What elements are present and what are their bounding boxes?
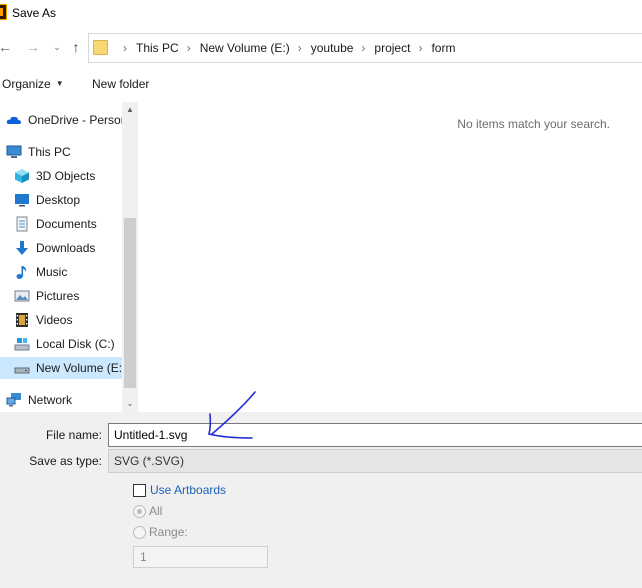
breadcrumb: › This PC › New Volume (E:) › youtube › … <box>115 34 455 62</box>
sidebar-item-pictures[interactable]: Pictures <box>0 285 122 307</box>
sidebar-item-onedrive[interactable]: OneDrive - Person <box>0 109 122 131</box>
network-icon <box>6 392 22 408</box>
sidebar-item-this-pc[interactable]: This PC <box>0 141 122 163</box>
desktop-icon <box>14 192 30 208</box>
radio-range-option[interactable]: Range: <box>133 524 188 540</box>
use-artboards-option[interactable]: Use Artboards <box>133 482 226 498</box>
empty-message: No items match your search. <box>457 117 610 131</box>
breadcrumb-project[interactable]: project <box>374 41 410 55</box>
drive-icon <box>14 360 30 376</box>
sidebar-item-label: Pictures <box>36 289 80 303</box>
sidebar-item-label: Music <box>36 265 68 279</box>
new-folder-button[interactable]: New folder <box>92 77 149 91</box>
caret-down-icon: ▼ <box>55 79 64 88</box>
sidebar-item-label: Downloads <box>36 241 96 255</box>
file-list[interactable]: No items match your search. <box>140 102 642 412</box>
sidebar-item-label: 3D Objects <box>36 169 96 183</box>
annotation-arrow-icon <box>208 391 256 439</box>
sidebar-item-label: Desktop <box>36 193 81 207</box>
sidebar-item-label: Local Disk (C:) <box>36 337 115 351</box>
film-icon <box>14 312 30 328</box>
save-as-type-label: Save as type: <box>29 454 102 468</box>
breadcrumb-form[interactable]: form <box>431 41 455 55</box>
file-name-label: File name: <box>45 428 102 442</box>
breadcrumb-new-volume[interactable]: New Volume (E:) <box>200 41 290 55</box>
sidebar-item-videos[interactable]: Videos <box>0 309 122 331</box>
address-bar[interactable]: › This PC › New Volume (E:) › youtube › … <box>88 33 642 63</box>
breadcrumb-youtube[interactable]: youtube <box>311 41 354 55</box>
use-artboards-label[interactable]: Use Artboards <box>150 483 226 497</box>
navigation-bar: ← → ⌄ ↑ › This PC › New Volume (E:) › yo… <box>0 30 642 66</box>
cube-icon <box>14 168 30 184</box>
toolbar: Organize ▼ New folder <box>0 70 642 98</box>
radio-all-option[interactable]: All <box>133 503 162 519</box>
sidebar-item-label: OneDrive - Person <box>28 113 122 127</box>
organize-button[interactable]: Organize ▼ <box>2 77 64 91</box>
title-bar: Save As <box>0 0 642 26</box>
sidebar-item-documents[interactable]: Documents <box>0 213 122 235</box>
chevron-down-icon[interactable]: ⌄ <box>48 38 66 56</box>
sidebar-item-local-disk[interactable]: Local Disk (C:) <box>0 333 122 355</box>
scroll-up-icon[interactable]: ▲ <box>122 102 138 118</box>
sidebar-item-label: Network <box>28 393 73 407</box>
organize-label: Organize <box>2 77 51 91</box>
radio-all-label: All <box>149 504 163 518</box>
picture-icon <box>14 288 30 304</box>
chevron-right-icon[interactable]: › <box>298 41 302 55</box>
scrollbar-thumb[interactable] <box>124 218 136 388</box>
sidebar-item-desktop[interactable]: Desktop <box>0 189 122 211</box>
file-name-input[interactable]: Untitled-1.svg <box>108 423 642 447</box>
navigation-pane: OneDrive - Person This PC 3D Objects Des… <box>0 102 138 412</box>
range-input[interactable]: 1 <box>133 546 268 568</box>
radio-range-label: Range: <box>149 525 188 539</box>
sidebar-scrollbar[interactable]: ▲ ⌄ <box>122 102 138 412</box>
disk-icon <box>14 336 30 352</box>
illustrator-app-icon <box>0 4 7 20</box>
sidebar-item-downloads[interactable]: Downloads <box>0 237 122 259</box>
save-as-type-select[interactable]: SVG (*.SVG) <box>108 449 642 473</box>
sidebar-item-label: Documents <box>36 217 97 231</box>
sidebar-item-label: Videos <box>36 313 73 327</box>
sidebar-item-new-volume[interactable]: New Volume (E:) <box>0 357 122 379</box>
chevron-right-icon[interactable]: › <box>187 41 191 55</box>
arrow-up-icon[interactable]: ↑ <box>67 38 85 56</box>
music-note-icon <box>14 264 30 280</box>
sidebar-item-label: New Volume (E:) <box>36 361 122 375</box>
chevron-right-icon[interactable]: › <box>418 41 422 55</box>
use-artboards-checkbox[interactable] <box>133 483 146 497</box>
radio-range[interactable] <box>133 525 146 539</box>
download-icon <box>14 240 30 256</box>
radio-all[interactable] <box>133 504 146 518</box>
folder-icon <box>93 40 108 55</box>
cloud-icon <box>6 112 22 128</box>
chevron-right-icon: › <box>123 41 127 55</box>
document-icon <box>14 216 30 232</box>
breadcrumb-this-pc[interactable]: This PC <box>136 41 179 55</box>
window-title: Save As <box>12 6 57 20</box>
chevron-right-icon[interactable]: › <box>361 41 365 55</box>
sidebar-item-label: This PC <box>28 145 71 159</box>
sidebar-item-3d-objects[interactable]: 3D Objects <box>0 165 122 187</box>
arrow-left-icon[interactable]: ← <box>0 38 14 56</box>
sidebar-item-music[interactable]: Music <box>0 261 122 283</box>
scroll-down-icon[interactable]: ⌄ <box>122 396 138 412</box>
sidebar-item-network[interactable]: Network <box>0 389 122 411</box>
arrow-right-icon[interactable]: → <box>24 38 42 56</box>
computer-icon <box>6 144 22 160</box>
save-options-panel: File name: Untitled-1.svg Save as type: … <box>0 412 642 588</box>
